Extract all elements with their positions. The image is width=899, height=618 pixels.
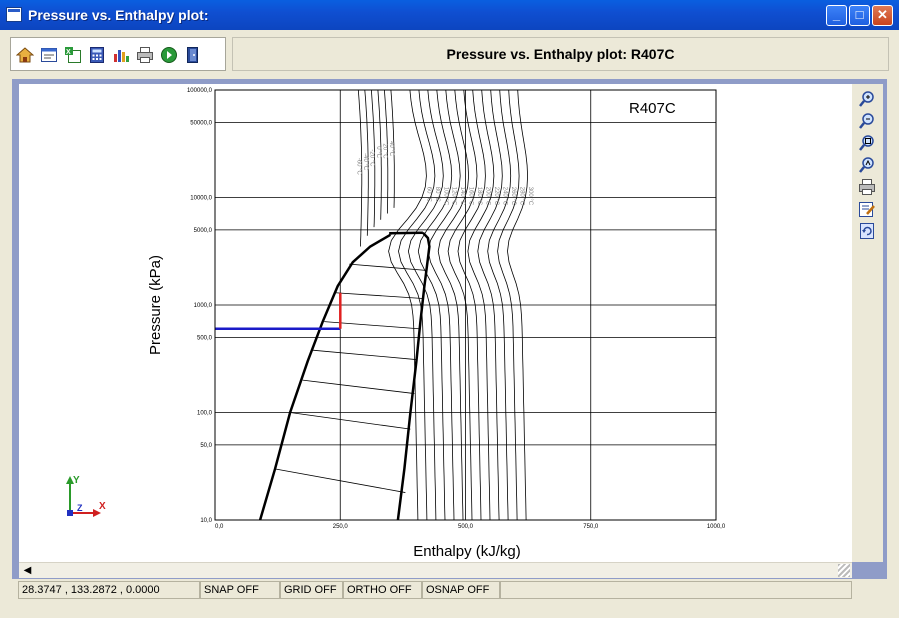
isotherm-label: -60 °C	[356, 158, 362, 176]
isotherm-label: 240 °C	[502, 187, 508, 206]
grid-lines	[214, 89, 717, 521]
plot-canvas[interactable]: -60 °C -40 °C -20 °C 0 °C 20 °C 40 °C 60 °C 80 …	[19, 84, 852, 562]
axes-indicator: Y X Z	[66, 475, 106, 517]
toolbar: X Pressure vs. Enthalpy plot: R407C	[0, 30, 899, 76]
close-icon: ✕	[877, 7, 888, 22]
quality-line	[290, 412, 411, 430]
y-tick-label: 10000,0	[190, 196, 212, 202]
isotherm-label: 260 °C	[510, 187, 516, 206]
print-icon[interactable]	[858, 178, 876, 196]
y-tick-label: 50,0	[200, 443, 212, 449]
refresh-icon[interactable]	[858, 222, 876, 240]
isotherm-label: -40 °C	[362, 153, 368, 171]
quality-line	[302, 379, 415, 394]
minimize-button[interactable]: _	[826, 5, 847, 26]
x-tick-label: 0,0	[215, 524, 224, 530]
x-tick-label: 500,0	[458, 524, 474, 530]
z-axis-letter: Z	[77, 503, 83, 513]
isotherm-label: -20 °C	[368, 149, 374, 167]
maximize-button[interactable]: □	[849, 5, 870, 26]
export-icon[interactable]: X	[64, 46, 82, 64]
horizontal-scrollbar[interactable]: ◀	[19, 562, 852, 578]
chart-icon[interactable]	[112, 46, 130, 64]
y-tick-label: 100,0	[197, 411, 213, 417]
x-tick-label: 250,0	[333, 524, 349, 530]
x-axis-label: Enthalpy (kJ/kg)	[413, 543, 521, 560]
svg-text:X: X	[66, 49, 71, 56]
isotherm-label: 140 °C	[459, 187, 465, 206]
y-tick-label: 100000,0	[187, 88, 213, 94]
isotherm-label: 160 °C	[468, 187, 474, 206]
isotherm-label: 100 °C	[442, 187, 448, 206]
status-osnap[interactable]: OSNAP OFF	[422, 581, 500, 599]
y-tick-label: 1000,0	[194, 303, 213, 309]
y-axis-label: Pressure (kPa)	[147, 255, 164, 355]
y-axis-letter: Y	[73, 475, 80, 486]
print-icon[interactable]	[136, 46, 154, 64]
calculator-icon[interactable]	[88, 46, 106, 64]
status-snap[interactable]: SNAP OFF	[200, 581, 280, 599]
y-tick-label: 500,0	[197, 335, 213, 341]
isotherm-label: 60 °C	[425, 187, 431, 203]
scroll-left-icon[interactable]: ◀	[21, 564, 34, 577]
maximize-icon: □	[855, 7, 864, 22]
quality-line	[349, 263, 426, 271]
tick-labels: 0,0 250,0 500,0 750,0 1000,0 10,0 50,0 100,0 500…	[187, 88, 726, 530]
status-bar: 28.3747 , 133.2872 , 0.0000 SNAP OFF GRI…	[0, 579, 899, 618]
isotherm-label: 280 °C	[519, 187, 525, 206]
saturated-liquid-line	[258, 233, 392, 521]
x-tick-label: 750,0	[583, 524, 599, 530]
zoom-out-icon[interactable]	[858, 112, 876, 130]
zoom-extents-icon[interactable]	[858, 134, 876, 152]
isotherm-label: 40 °C	[388, 141, 394, 157]
go-icon[interactable]	[160, 46, 178, 64]
zoom-sidebar	[852, 84, 883, 562]
status-extra	[500, 581, 852, 599]
isotherm-label: 120 °C	[451, 187, 457, 206]
ph-chart[interactable]: -60 °C -40 °C -20 °C 0 °C 20 °C 40 °C 60 °C 80 …	[19, 84, 852, 562]
y-tick-label: 50000,0	[190, 120, 212, 126]
z-axis-marker	[67, 510, 73, 516]
edit-icon[interactable]	[858, 200, 876, 218]
window-title: Pressure vs. Enthalpy plot:	[28, 7, 209, 23]
resize-grip-icon[interactable]	[838, 564, 850, 577]
isotherm-label: 20 °C	[381, 144, 387, 160]
status-ortho[interactable]: ORTHO OFF	[343, 581, 422, 599]
isotherm-label: 180 °C	[476, 187, 482, 206]
title-bar: Pressure vs. Enthalpy plot: _ □ ✕	[0, 0, 899, 30]
status-grid[interactable]: GRID OFF	[280, 581, 343, 599]
x-tick-label: 1000,0	[707, 524, 726, 530]
zoom-in-icon[interactable]	[858, 90, 876, 108]
plot-header-title: Pressure vs. Enthalpy plot: R407C	[446, 46, 675, 62]
close-button[interactable]: ✕	[872, 5, 893, 26]
exit-icon[interactable]	[184, 46, 202, 64]
isotherm-labels: -60 °C -40 °C -20 °C 0 °C 20 °C 40 °C 60 °C 80 …	[356, 141, 533, 206]
minimize-icon: _	[832, 7, 841, 22]
quality-lines	[274, 263, 426, 493]
quality-line	[274, 468, 406, 493]
zoom-window-icon[interactable]	[858, 156, 876, 174]
saturated-vapor-line	[396, 231, 431, 521]
saturation-dome	[258, 231, 431, 521]
header-panel: Pressure vs. Enthalpy plot: R407C	[232, 37, 889, 71]
isotherm-label: 300 °C	[527, 187, 533, 206]
isotherm-label: 80 °C	[434, 187, 440, 203]
x-axis-letter: X	[99, 501, 106, 512]
quality-line	[312, 349, 418, 361]
home-icon[interactable]	[15, 46, 35, 64]
y-tick-label: 5000,0	[194, 228, 213, 234]
toolbar-buttons: X	[10, 37, 226, 71]
window-icon[interactable]	[40, 46, 58, 64]
y-tick-label: 10,0	[200, 518, 212, 524]
isotherm-label: 200 °C	[485, 187, 491, 206]
chart-title: R407C	[629, 100, 676, 117]
isotherm-label: 220 °C	[493, 187, 499, 206]
app-window-icon[interactable]	[6, 7, 22, 22]
isotherm-label: 0 °C	[375, 146, 381, 158]
quality-line	[335, 292, 423, 299]
status-coordinates: 28.3747 , 133.2872 , 0.0000	[18, 581, 200, 599]
